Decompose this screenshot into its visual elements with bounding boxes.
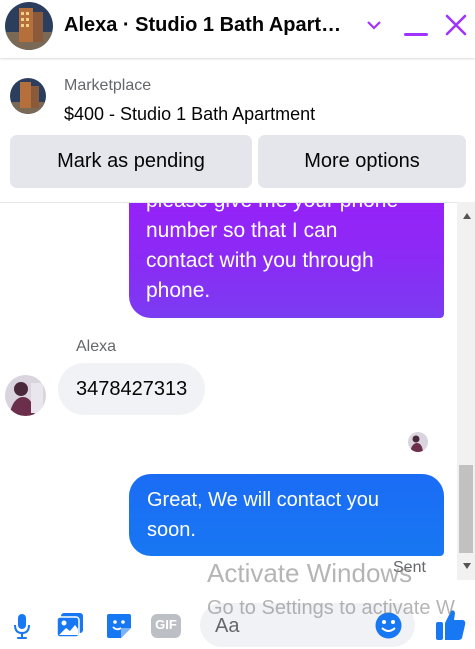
seen-indicator-avatar [408, 432, 428, 452]
marketplace-panel: Marketplace $400 - Studio 1 Bath Apartme… [0, 58, 475, 202]
message-thread[interactable]: please give me your phone number so that… [0, 202, 475, 580]
close-icon[interactable] [444, 13, 468, 42]
listing-title[interactable]: $400 - Studio 1 Bath Apartment [64, 104, 315, 125]
incoming-message[interactable]: 3478427313 [58, 363, 206, 415]
message-line: contact with you through [146, 249, 374, 272]
chat-avatar[interactable] [5, 2, 53, 50]
message-line: soon. [147, 519, 196, 541]
gif-label: GIF [155, 617, 177, 632]
message-line: phone. [146, 279, 211, 302]
sticker-icon[interactable] [105, 612, 133, 645]
chat-header: Alexa · Studio 1 Bath Apart… [0, 0, 475, 58]
microphone-icon[interactable] [12, 612, 32, 645]
sender-avatar[interactable] [5, 375, 46, 416]
more-options-button[interactable]: More options [258, 135, 466, 188]
listing-thumbnail[interactable] [10, 78, 46, 114]
windows-activation-subtext: Go to Settings to activate W [207, 597, 455, 619]
chevron-down-icon[interactable] [366, 18, 382, 36]
scroll-up-arrow[interactable] [463, 213, 471, 219]
sender-name: Alexa [76, 338, 117, 355]
marketplace-label: Marketplace [64, 77, 152, 94]
photo-icon[interactable] [56, 612, 84, 643]
gif-icon[interactable]: GIF [151, 614, 181, 643]
minimize-icon[interactable] [404, 24, 428, 42]
message-line: number so that I can [146, 219, 338, 242]
mark-as-pending-button[interactable]: Mark as pending [10, 135, 252, 188]
windows-activation-watermark: Activate Windows [207, 558, 413, 588]
message-line: Great, We will contact you [147, 489, 379, 511]
scrollbar-thumb[interactable] [459, 465, 473, 553]
outgoing-message[interactable]: Great, We will contact you soon. [129, 474, 444, 556]
scroll-down-arrow[interactable] [463, 563, 471, 569]
message-line: please give me your phone [146, 203, 427, 216]
chat-title[interactable]: Alexa · Studio 1 Bath Apart… [64, 14, 341, 37]
outgoing-message[interactable]: please give me your phone number so that… [129, 203, 444, 318]
